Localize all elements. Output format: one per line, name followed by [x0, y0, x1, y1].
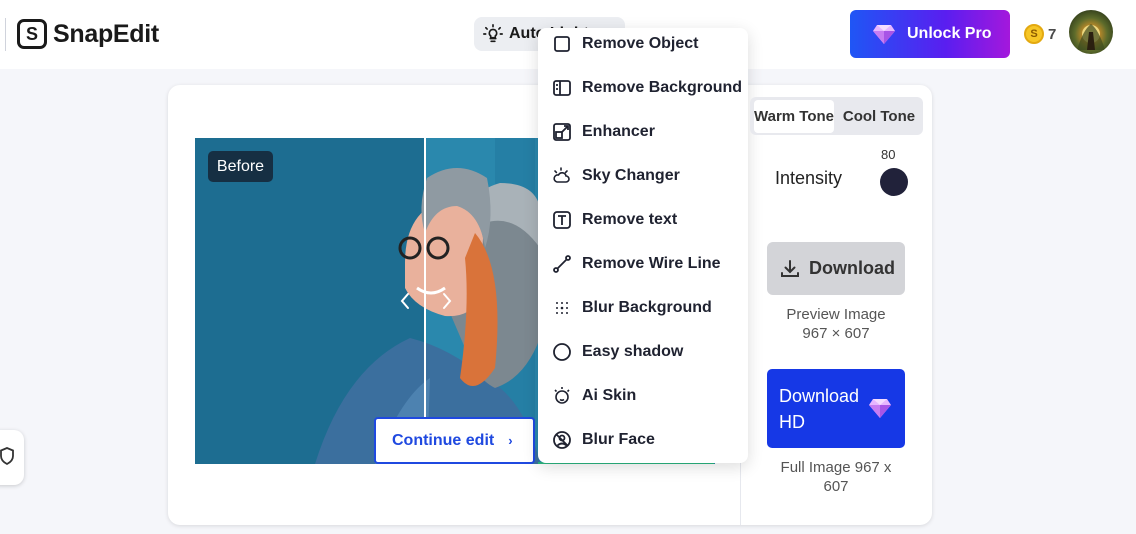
menu-item-blur-face[interactable]: Blur Face	[552, 428, 655, 452]
menu-item-ai-skin[interactable]: Ai Skin	[552, 384, 636, 408]
continue-edit-label: Continue edit	[392, 431, 495, 449]
menu-item-label: Remove Object	[582, 35, 699, 52]
download-hd-label: Download HD	[779, 386, 860, 432]
coin-count: 7	[1048, 25, 1057, 43]
menu-item-label: Remove Background	[582, 79, 743, 96]
download-hd-button[interactable]: Download HD	[767, 369, 905, 448]
cool-tone-option[interactable]: Cool Tone	[838, 100, 920, 133]
left-divider	[5, 18, 6, 51]
comparison-arrows[interactable]	[398, 290, 454, 312]
before-badge: Before	[208, 151, 273, 182]
menu-item-remove-wire-line[interactable]: Remove Wire Line	[552, 252, 721, 276]
chevron-left-icon	[400, 293, 409, 309]
download-button[interactable]: Download	[767, 242, 905, 295]
logo-mark: S	[17, 19, 47, 49]
intensity-label: Intensity	[775, 168, 843, 188]
remove-wire-line-icon	[553, 255, 571, 273]
preview-info: Preview Image 967 × 607	[767, 305, 905, 343]
diamond-icon	[869, 399, 891, 418]
shield-icon	[0, 447, 14, 465]
remove-text-icon	[553, 211, 571, 229]
menu-item-label: Sky Changer	[582, 167, 680, 184]
avatar-image	[1077, 24, 1105, 50]
menu-item-remove-background[interactable]: Remove Background	[552, 76, 742, 100]
menu-item-label: Remove text	[582, 211, 678, 228]
ai-skin-icon	[554, 387, 570, 404]
unlock-pro-label: Unlock Pro	[907, 25, 992, 42]
intensity-value: 80	[881, 147, 896, 162]
chevron-right-icon: ›	[508, 433, 513, 448]
lightbulb-icon	[483, 24, 503, 43]
menu-item-remove-object[interactable]: Remove Object	[552, 32, 698, 56]
remove-background-icon	[553, 80, 571, 96]
full-image-info: Full Image 967 x 607	[780, 459, 892, 495]
intensity-slider-handle[interactable]	[880, 168, 908, 196]
menu-item-label: Ai Skin	[582, 387, 637, 404]
unlock-pro-button[interactable]: Unlock Pro	[850, 10, 1010, 58]
chevron-right-icon	[443, 293, 452, 309]
menu-item-label: Easy shadow	[582, 343, 684, 360]
logo-text: SnapEdit	[53, 19, 159, 48]
download-icon	[781, 259, 799, 277]
blur-face-icon	[553, 431, 571, 449]
diamond-icon	[873, 25, 895, 44]
side-shield-widget[interactable]	[0, 430, 24, 485]
avatar[interactable]	[1069, 10, 1113, 54]
logo[interactable]: S SnapEdit	[17, 19, 159, 49]
menu-item-remove-text[interactable]: Remove text	[552, 208, 677, 232]
sky-changer-icon	[553, 167, 570, 183]
easy-shadow-icon	[553, 343, 571, 361]
menu-item-sky-changer[interactable]: Sky Changer	[552, 164, 680, 188]
tools-dropdown-menu: Remove Object Remove Background Enhancer…	[538, 28, 748, 463]
preview-size: 967 × 607	[802, 325, 870, 342]
menu-item-blur-background[interactable]: Blur Background	[552, 296, 712, 320]
continue-edit-button[interactable]: Continue edit ›	[374, 417, 535, 464]
coin-icon: S	[1024, 24, 1044, 44]
menu-item-label: Blur Background	[582, 299, 712, 316]
preview-label: Preview Image	[786, 306, 886, 323]
download-label: Download	[809, 258, 895, 278]
menu-item-label: Remove Wire Line	[582, 255, 721, 272]
menu-item-enhancer[interactable]: Enhancer	[552, 120, 655, 144]
warm-tone-option[interactable]: Warm Tone	[754, 100, 834, 133]
menu-item-label: Enhancer	[582, 123, 655, 140]
menu-item-label: Blur Face	[582, 431, 655, 448]
coin-balance[interactable]: S 7	[1024, 24, 1056, 44]
blur-background-icon	[556, 302, 568, 314]
menu-item-easy-shadow[interactable]: Easy shadow	[552, 340, 683, 364]
enhancer-icon	[553, 123, 571, 141]
remove-object-icon	[554, 36, 570, 52]
